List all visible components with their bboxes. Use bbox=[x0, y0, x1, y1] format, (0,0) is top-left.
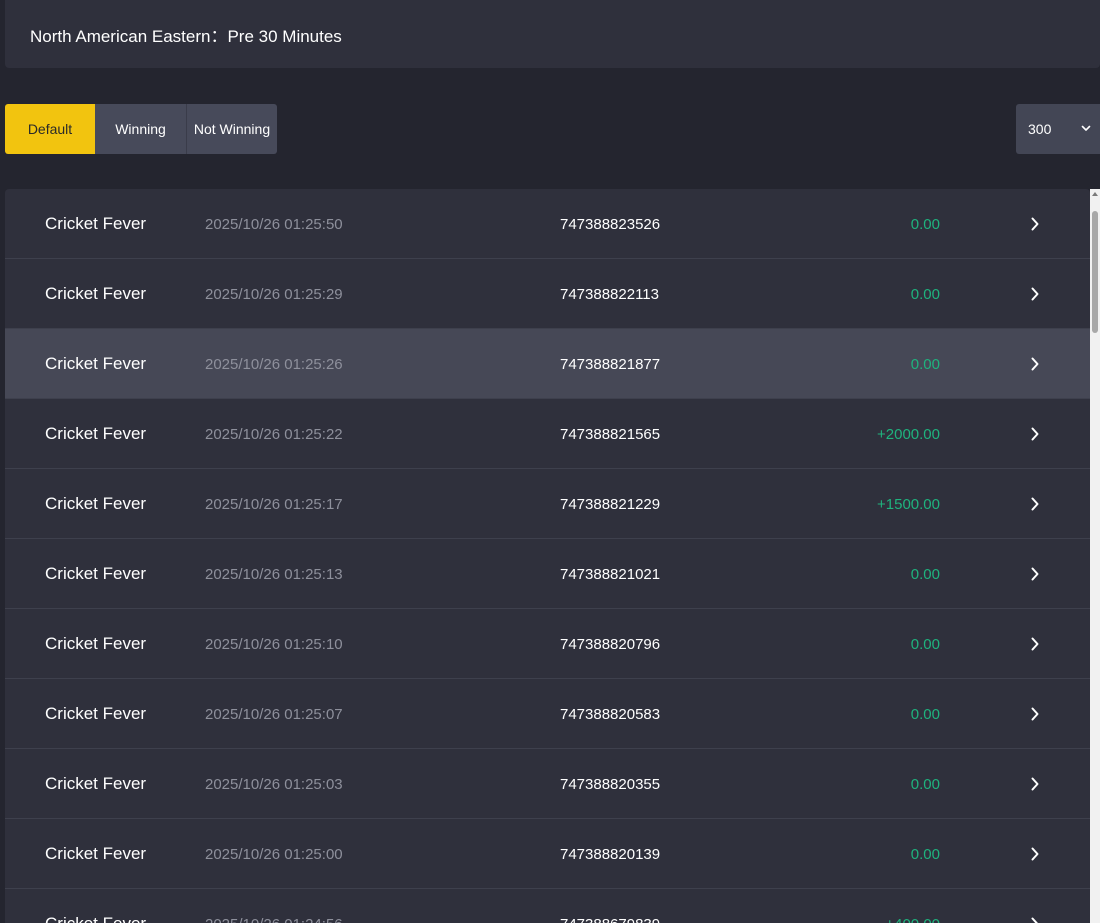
page-title: North American Eastern：Pre 30 Minutes bbox=[30, 26, 342, 46]
game-name: Cricket Fever bbox=[45, 494, 147, 513]
chevron-right-icon[interactable] bbox=[1027, 749, 1043, 819]
bet-history-list: Cricket Fever 2025/10/26 01:25:50 74738882… bbox=[5, 189, 1090, 923]
bet-record-row[interactable]: Cricket Fever 2025/10/26 01:25:07 74738882… bbox=[5, 679, 1090, 749]
bet-id: 747388822113 bbox=[560, 285, 659, 303]
chevron-right-icon[interactable] bbox=[1027, 189, 1043, 259]
bet-record-row[interactable]: Cricket Fever 2025/10/26 01:25:00 74738882… bbox=[5, 819, 1090, 889]
bet-id: 747388820139 bbox=[560, 845, 661, 863]
bet-record-row[interactable]: Cricket Fever 2025/10/26 01:25:17 74738882… bbox=[5, 469, 1090, 539]
bet-id: 747388820583 bbox=[560, 705, 661, 723]
bet-record-row[interactable]: Cricket Fever 2025/10/26 01:25:03 74738882… bbox=[5, 749, 1090, 819]
win-amount: 0.00 bbox=[910, 285, 940, 303]
bet-time: 2025/10/26 01:25:17 bbox=[205, 495, 343, 513]
bet-record-row[interactable]: Cricket Fever 2025/10/26 01:25:29 74738882… bbox=[5, 259, 1090, 329]
game-name: Cricket Fever bbox=[45, 354, 147, 373]
bet-record-row[interactable]: Cricket Fever 2025/10/26 01:25:13 74738882… bbox=[5, 539, 1090, 609]
game-name: Cricket Fever bbox=[45, 634, 147, 653]
bet-time: 2025/10/26 01:25:03 bbox=[205, 775, 343, 793]
page-size-select[interactable]: 300 bbox=[1016, 104, 1100, 154]
page-header: North American Eastern：Pre 30 Minutes bbox=[5, 0, 1100, 68]
chevron-right-icon[interactable] bbox=[1027, 679, 1043, 749]
bet-time: 2025/10/26 01:25:07 bbox=[205, 705, 343, 723]
chevron-right-icon[interactable] bbox=[1027, 329, 1043, 399]
win-amount: +2000.00 bbox=[877, 425, 940, 443]
bet-record-row[interactable]: Cricket Fever 2025/10/26 01:25:10 74738882… bbox=[5, 609, 1090, 679]
bet-record-row[interactable]: Cricket Fever 2025/10/26 01:25:22 74738882… bbox=[5, 399, 1090, 469]
win-amount: 0.00 bbox=[910, 565, 940, 583]
bet-record-row[interactable]: Cricket Fever 2025/10/26 01:25:50 74738882… bbox=[5, 189, 1090, 259]
bet-id: 747388679839 bbox=[560, 889, 660, 923]
bet-id: 747388821565 bbox=[560, 425, 661, 443]
chevron-right-icon[interactable] bbox=[1027, 889, 1043, 923]
bet-time: 2025/10/26 01:25:29 bbox=[205, 285, 343, 303]
chevron-right-icon[interactable] bbox=[1027, 609, 1043, 679]
chevron-right-icon[interactable] bbox=[1027, 539, 1043, 609]
bet-time: 2025/10/26 01:25:26 bbox=[205, 355, 343, 373]
win-amount: 0.00 bbox=[910, 775, 940, 793]
bet-record-row[interactable]: Cricket Fever 2025/10/26 01:25:26 74738882… bbox=[5, 329, 1090, 399]
game-name: Cricket Fever bbox=[45, 704, 147, 723]
chevron-right-icon[interactable] bbox=[1027, 259, 1043, 329]
win-amount: 0.00 bbox=[910, 705, 940, 723]
game-name: Cricket Fever bbox=[45, 424, 147, 443]
bet-id: 747388821229 bbox=[560, 495, 661, 513]
bet-record-row[interactable]: Cricket Fever 2025/10/26 01:24:56 74738867… bbox=[5, 889, 1090, 923]
bet-id: 747388823526 bbox=[560, 215, 661, 233]
chevron-down-icon bbox=[1081, 125, 1091, 131]
bet-time: 2025/10/26 01:25:22 bbox=[205, 425, 343, 443]
game-name: Cricket Fever bbox=[45, 844, 147, 863]
chevron-right-icon[interactable] bbox=[1027, 819, 1043, 889]
filter-winning-button[interactable]: Winning bbox=[95, 104, 186, 154]
bet-time: 2025/10/26 01:25:00 bbox=[205, 845, 343, 863]
filter-default-button[interactable]: Default bbox=[5, 104, 95, 154]
bet-id: 747388820796 bbox=[560, 635, 661, 653]
chevron-right-icon[interactable] bbox=[1027, 469, 1043, 539]
game-name: Cricket Fever bbox=[45, 774, 147, 793]
page-size-value: 300 bbox=[1028, 121, 1052, 137]
win-amount: 0.00 bbox=[910, 355, 940, 373]
filter-not-winning-button[interactable]: Not Winning bbox=[186, 104, 277, 154]
game-name: Cricket Fever bbox=[45, 214, 147, 233]
bet-id: 747388821021 bbox=[560, 565, 661, 583]
bet-time: 2025/10/26 01:25:13 bbox=[205, 565, 343, 583]
game-name: Cricket Fever bbox=[45, 284, 147, 303]
result-filter-group: Default Winning Not Winning bbox=[5, 104, 277, 154]
chevron-right-icon[interactable] bbox=[1027, 399, 1043, 469]
bet-id: 747388821877 bbox=[560, 355, 661, 373]
game-name: Cricket Fever bbox=[45, 889, 146, 923]
scroll-up-arrow-icon[interactable] bbox=[1092, 192, 1098, 196]
win-amount: 0.00 bbox=[910, 215, 940, 233]
win-amount: +400.00 bbox=[805, 889, 940, 923]
bet-time: 2025/10/26 01:25:10 bbox=[205, 635, 343, 653]
win-amount: +1500.00 bbox=[877, 495, 940, 513]
list-scrollbar[interactable] bbox=[1090, 189, 1100, 923]
bet-time: 2025/10/26 01:25:50 bbox=[205, 215, 343, 233]
game-name: Cricket Fever bbox=[45, 564, 147, 583]
win-amount: 0.00 bbox=[910, 635, 940, 653]
bet-id: 747388820355 bbox=[560, 775, 661, 793]
bet-time: 2025/10/26 01:24:56 bbox=[205, 889, 343, 923]
scrollbar-thumb[interactable] bbox=[1092, 211, 1098, 333]
win-amount: 0.00 bbox=[910, 845, 940, 863]
